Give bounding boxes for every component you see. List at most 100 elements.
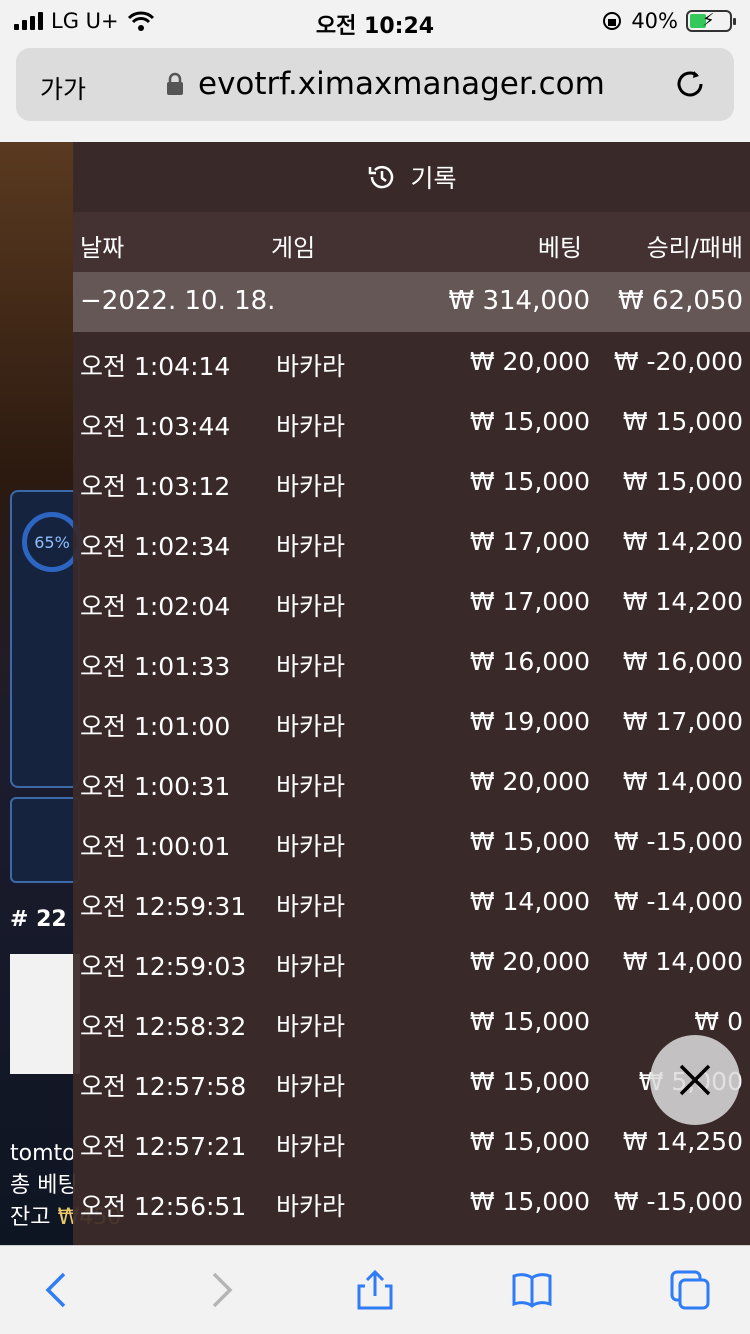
row-game: 바카라 — [276, 1192, 346, 1221]
row-bet: ₩ 15,000 — [469, 407, 590, 436]
history-row[interactable]: 오전 1:03:12 바카라 ₩ 15,000 ₩ 15,000 — [73, 452, 750, 512]
row-result: ₩ 0 — [694, 1007, 743, 1036]
row-time: 오전 1:00:31 — [80, 772, 231, 801]
row-bet: ₩ 14,000 — [469, 887, 590, 916]
side-bet-spot[interactable] — [10, 797, 80, 883]
row-bet: ₩ 15,000 — [469, 1007, 590, 1036]
row-result: ₩ 14,200 — [622, 527, 743, 556]
row-bet: ₩ 20,000 — [469, 347, 590, 376]
row-time: 오전 1:00:01 — [80, 832, 231, 861]
history-icon — [369, 165, 394, 189]
chevron-left-icon[interactable] — [36, 1268, 80, 1312]
history-row[interactable]: 오전 1:02:34 바카라 ₩ 17,000 ₩ 14,200 — [73, 512, 750, 572]
row-game: 바카라 — [276, 532, 346, 561]
row-game: 바카라 — [276, 952, 346, 981]
row-bet: ₩ 20,000 — [469, 947, 590, 976]
date-group-result-total: ₩ 62,050 — [618, 286, 743, 316]
column-game: 게임 — [271, 234, 316, 262]
battery-percent: 40% — [631, 9, 678, 33]
tabs-icon[interactable] — [668, 1268, 712, 1312]
history-row[interactable]: 오전 1:00:31 바카라 ₩ 20,000 ₩ 14,000 — [73, 752, 750, 812]
column-bet: 베팅 — [537, 234, 582, 262]
date-group-date: −2022. 10. 18. — [80, 286, 276, 316]
column-result: 승리/패배 — [646, 234, 743, 262]
row-result: ₩ 17,000 — [622, 707, 743, 736]
chevron-right-icon[interactable] — [198, 1268, 242, 1312]
date-group-row[interactable]: −2022. 10. 18. ₩ 314,000 ₩ 62,050 — [73, 272, 750, 332]
lock-icon — [167, 72, 183, 95]
history-header: 기록 — [73, 142, 750, 212]
book-icon[interactable] — [510, 1268, 554, 1312]
row-game: 바카라 — [276, 712, 346, 741]
row-time: 오전 12:57:21 — [80, 1132, 247, 1161]
browser-top-chrome: LG U+ 오전 10:24 40% ⚡ 가가 evotrf.ximaxmana… — [0, 0, 750, 142]
row-time: 오전 12:58:32 — [80, 1012, 247, 1041]
row-time: 오전 1:04:14 — [80, 352, 231, 381]
balance-label: 잔고 — [10, 1205, 58, 1230]
history-row[interactable]: 오전 12:57:21 바카라 ₩ 15,000 ₩ 14,250 — [73, 1112, 750, 1172]
row-game: 바카라 — [276, 832, 346, 861]
address-bar[interactable]: 가가 evotrf.ximaxmanager.com — [16, 48, 734, 121]
history-row[interactable]: 오전 1:03:44 바카라 ₩ 15,000 ₩ 15,000 — [73, 392, 750, 452]
row-game: 바카라 — [276, 772, 346, 801]
row-time: 오전 1:03:12 — [80, 472, 231, 501]
row-time: 오전 1:02:04 — [80, 592, 231, 621]
row-result: ₩ -20,000 — [613, 347, 743, 376]
row-result: ₩ 15,000 — [622, 407, 743, 436]
row-time: 오전 12:59:31 — [80, 892, 247, 921]
row-result: ₩ 16,000 — [622, 647, 743, 676]
url-host[interactable]: evotrf.ximaxmanager.com — [198, 66, 605, 102]
row-bet: ₩ 15,000 — [469, 467, 590, 496]
row-time: 오전 12:59:03 — [80, 952, 247, 981]
history-row[interactable]: 오전 12:59:31 바카라 ₩ 14,000 ₩ -14,000 — [73, 872, 750, 932]
date-group-bet-total: ₩ 314,000 — [448, 286, 591, 316]
row-game: 바카라 — [276, 352, 346, 381]
close-icon — [679, 1064, 711, 1096]
share-icon[interactable] — [353, 1268, 397, 1312]
row-game: 바카라 — [276, 892, 346, 921]
history-row[interactable]: 오전 1:01:33 바카라 ₩ 16,000 ₩ 16,000 — [73, 632, 750, 692]
row-time: 오전 1:03:44 — [80, 412, 231, 441]
status-bar: LG U+ 오전 10:24 40% ⚡ — [0, 0, 750, 44]
column-date: 날짜 — [80, 234, 125, 262]
history-row[interactable]: 오전 1:01:00 바카라 ₩ 19,000 ₩ 17,000 — [73, 692, 750, 752]
close-history-button[interactable] — [650, 1035, 740, 1125]
history-panel: 기록 날짜 게임 베팅 승리/패배 −2022. 10. 18. ₩ 314,0… — [73, 142, 750, 1245]
row-bet: ₩ 15,000 — [469, 1187, 590, 1216]
row-game: 바카라 — [276, 472, 346, 501]
history-row[interactable]: 오전 12:56:51 바카라 ₩ 15,000 ₩ -15,000 — [73, 1172, 750, 1232]
history-row[interactable]: 오전 1:02:04 바카라 ₩ 17,000 ₩ 14,200 — [73, 572, 750, 632]
history-column-headers: 날짜 게임 베팅 승리/패배 — [73, 212, 750, 272]
row-result: ₩ 14,200 — [622, 587, 743, 616]
round-number: # 22 — [10, 907, 67, 932]
row-time: 오전 12:56:51 — [80, 1192, 247, 1221]
row-result: ₩ 14,000 — [622, 947, 743, 976]
history-row[interactable]: 오전 1:00:01 바카라 ₩ 15,000 ₩ -15,000 — [73, 812, 750, 872]
row-game: 바카라 — [276, 592, 346, 621]
row-bet: ₩ 16,000 — [469, 647, 590, 676]
reload-icon[interactable] — [672, 66, 708, 102]
row-result: ₩ 14,250 — [622, 1127, 743, 1156]
history-title: 기록 — [410, 164, 457, 193]
row-game: 바카라 — [276, 1012, 346, 1041]
row-time: 오전 1:01:33 — [80, 652, 231, 681]
row-bet: ₩ 15,000 — [469, 1067, 590, 1096]
row-bet: ₩ 17,000 — [469, 527, 590, 556]
row-result: ₩ 15,000 — [622, 467, 743, 496]
history-row[interactable]: 오전 12:58:32 바카라 ₩ 15,000 ₩ 0 — [73, 992, 750, 1052]
row-bet: ₩ 17,000 — [469, 587, 590, 616]
row-game: 바카라 — [276, 1072, 346, 1101]
history-row[interactable]: 오전 12:59:03 바카라 ₩ 20,000 ₩ 14,000 — [73, 932, 750, 992]
row-time: 오전 1:02:34 — [80, 532, 231, 561]
row-time: 오전 12:57:58 — [80, 1072, 247, 1101]
history-row[interactable]: 오전 12:57:58바카라₩ 15,000₩ 5,000 — [73, 1052, 750, 1112]
history-rows: 오전 1:04:14 바카라 ₩ 20,000 ₩ -20,000 오전 1:03:44… — [73, 332, 750, 1232]
reader-text-size-button[interactable]: 가가 — [40, 70, 86, 106]
orientation-lock-icon — [603, 12, 622, 30]
row-bet: ₩ 20,000 — [469, 767, 590, 796]
row-result: ₩ -15,000 — [613, 827, 743, 856]
battery-icon: ⚡ — [686, 10, 736, 32]
history-row[interactable]: 오전 1:04:14 바카라 ₩ 20,000 ₩ -20,000 — [73, 332, 750, 392]
row-game: 바카라 — [276, 1132, 346, 1161]
row-bet: ₩ 15,000 — [469, 1127, 590, 1156]
